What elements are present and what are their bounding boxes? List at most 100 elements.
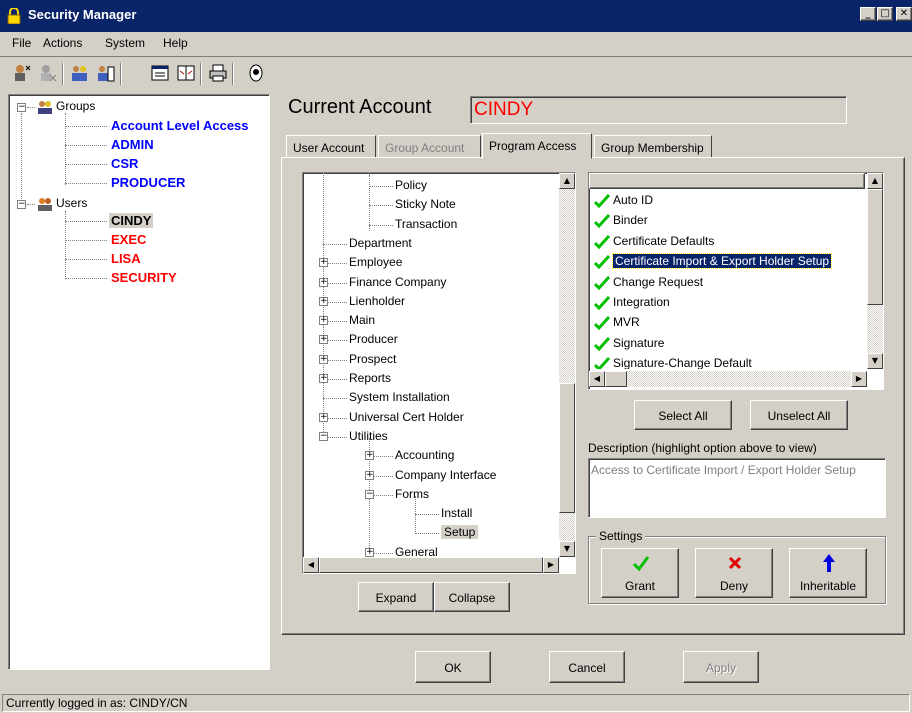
unselect-all-button[interactable]: Unselect All [750,400,848,430]
scroll-up-button[interactable]: ▲ [559,173,575,189]
program-tree-item[interactable]: Sticky Note [395,197,456,211]
group-item[interactable]: ADMIN [111,137,154,152]
program-tree-item[interactable]: Employee [349,255,402,269]
program-tree-item[interactable]: Universal Cert Holder [349,410,464,424]
program-tree-item[interactable]: Reports [349,371,391,385]
expand-node-toggle[interactable]: + [365,451,374,461]
security-tool[interactable] [244,61,268,85]
expand-node-toggle[interactable]: + [365,547,374,557]
groups-node[interactable]: Groups [56,99,95,113]
program-tree-item[interactable]: Policy [395,178,427,192]
properties-tool[interactable] [148,61,172,85]
program-tree-item[interactable]: Setup [441,525,479,540]
close-button[interactable]: ✕ [896,7,912,21]
inheritable-button[interactable]: Inheritable [789,548,867,598]
program-tree-item[interactable]: Producer [349,332,398,346]
program-tree[interactable]: Policy Sticky Note Transaction Department + E… [302,172,576,574]
program-tree-item[interactable]: Prospect [349,352,396,366]
group-item[interactable]: Account Level Access [111,118,249,133]
tab-group-account[interactable]: Group Account [378,135,481,159]
expand-node-toggle[interactable]: + [319,277,328,287]
list-scroll-up[interactable]: ▲ [867,173,883,189]
menu-file[interactable]: File [12,36,31,50]
program-tree-item[interactable]: Transaction [395,217,457,231]
edit-group-tool[interactable] [94,61,118,85]
minimize-button[interactable]: _ [860,7,876,21]
tab-group-membership[interactable]: Group Membership [594,135,712,159]
permission-item[interactable]: Integration [613,295,670,309]
menu-actions[interactable]: Actions [43,36,82,50]
menu-help[interactable]: Help [163,36,188,50]
cancel-button[interactable]: Cancel [549,651,625,683]
expand-node-toggle[interactable]: + [319,296,328,306]
list-scroll-thumb[interactable] [867,189,883,305]
collapse-node-toggle[interactable]: − [319,431,328,441]
user-item[interactable]: EXEC [111,232,146,247]
scroll-right-button[interactable]: ▶ [543,557,559,573]
permission-item-selected[interactable]: Certificate Import & Export Holder Setup [611,253,833,270]
program-tree-item[interactable]: Lienholder [349,294,405,308]
scroll-thumb[interactable] [559,383,575,513]
program-tree-item[interactable]: Utilities [349,429,388,443]
list-scroll-down[interactable]: ▼ [867,353,883,369]
permission-item[interactable]: Auto ID [613,193,653,207]
groups-users-tree[interactable]: − Groups Account Level Access ADMIN CSR … [8,94,270,670]
program-tree-item[interactable]: Main [349,313,375,327]
permission-item[interactable]: Certificate Defaults [613,234,714,248]
menu-system[interactable]: System [105,36,145,50]
collapse-button[interactable]: Collapse [434,582,510,612]
list-scroll-left[interactable]: ◀ [589,371,605,387]
expand-button[interactable]: Expand [358,582,434,612]
user-item[interactable]: SECURITY [111,270,177,285]
program-tree-item[interactable]: Finance Company [349,275,446,289]
title-bar[interactable]: Security Manager _ □ ✕ [0,0,912,32]
expand-node-toggle[interactable]: + [319,374,328,383]
collapse-groups-toggle[interactable]: − [17,103,26,112]
checkmark-icon [594,234,610,249]
collapse-node-toggle[interactable]: − [365,489,374,499]
permissions-list[interactable]: Auto ID Binder Certificate Defaults Certifi… [588,172,884,390]
collapse-users-toggle[interactable]: − [17,200,26,209]
expand-node-toggle[interactable]: + [319,258,328,268]
hscroll-thumb[interactable] [319,557,543,573]
scroll-left-button[interactable]: ◀ [303,557,319,573]
add-group-tool[interactable] [68,61,92,85]
tab-program-access[interactable]: Program Access [482,133,592,159]
grant-button[interactable]: Grant [601,548,679,598]
apply-button[interactable]: Apply [683,651,759,683]
expand-node-toggle[interactable]: + [319,354,328,364]
compare-tool[interactable] [174,61,198,85]
expand-node-toggle[interactable]: + [319,412,328,422]
program-tree-item[interactable]: Department [349,236,412,250]
add-user-tool[interactable] [10,61,34,85]
permission-item[interactable]: Binder [613,213,648,227]
expand-node-toggle[interactable]: + [319,335,328,345]
print-tool[interactable] [206,61,230,85]
permission-item[interactable]: Signature [613,336,664,350]
remove-user-tool[interactable] [36,61,60,85]
select-all-button[interactable]: Select All [634,400,732,430]
permission-item[interactable]: Signature-Change Default [613,356,752,369]
group-item[interactable]: PRODUCER [111,175,185,190]
program-tree-item[interactable]: Install [441,506,472,520]
list-scroll-right[interactable]: ▶ [851,371,867,387]
expand-node-toggle[interactable]: + [319,316,328,326]
list-hscroll-thumb[interactable] [605,371,627,387]
program-tree-item[interactable]: Accounting [395,448,454,462]
program-tree-item[interactable]: Company Interface [395,468,496,482]
deny-button[interactable]: Deny [695,548,773,598]
program-tree-item[interactable]: Forms [395,487,429,501]
ok-button[interactable]: OK [415,651,491,683]
permission-item[interactable]: Change Request [613,275,703,289]
checkmark-icon [594,316,610,331]
users-node[interactable]: Users [56,196,87,210]
tab-user-account[interactable]: User Account [286,135,376,159]
maximize-button[interactable]: □ [877,7,893,21]
group-item[interactable]: CSR [111,156,138,171]
permission-item[interactable]: MVR [613,315,640,329]
scroll-down-button[interactable]: ▼ [559,541,575,557]
program-tree-item[interactable]: System Installation [349,390,450,404]
user-item-selected[interactable]: CINDY [109,213,154,228]
expand-node-toggle[interactable]: + [365,470,374,480]
user-item[interactable]: LISA [111,251,141,266]
